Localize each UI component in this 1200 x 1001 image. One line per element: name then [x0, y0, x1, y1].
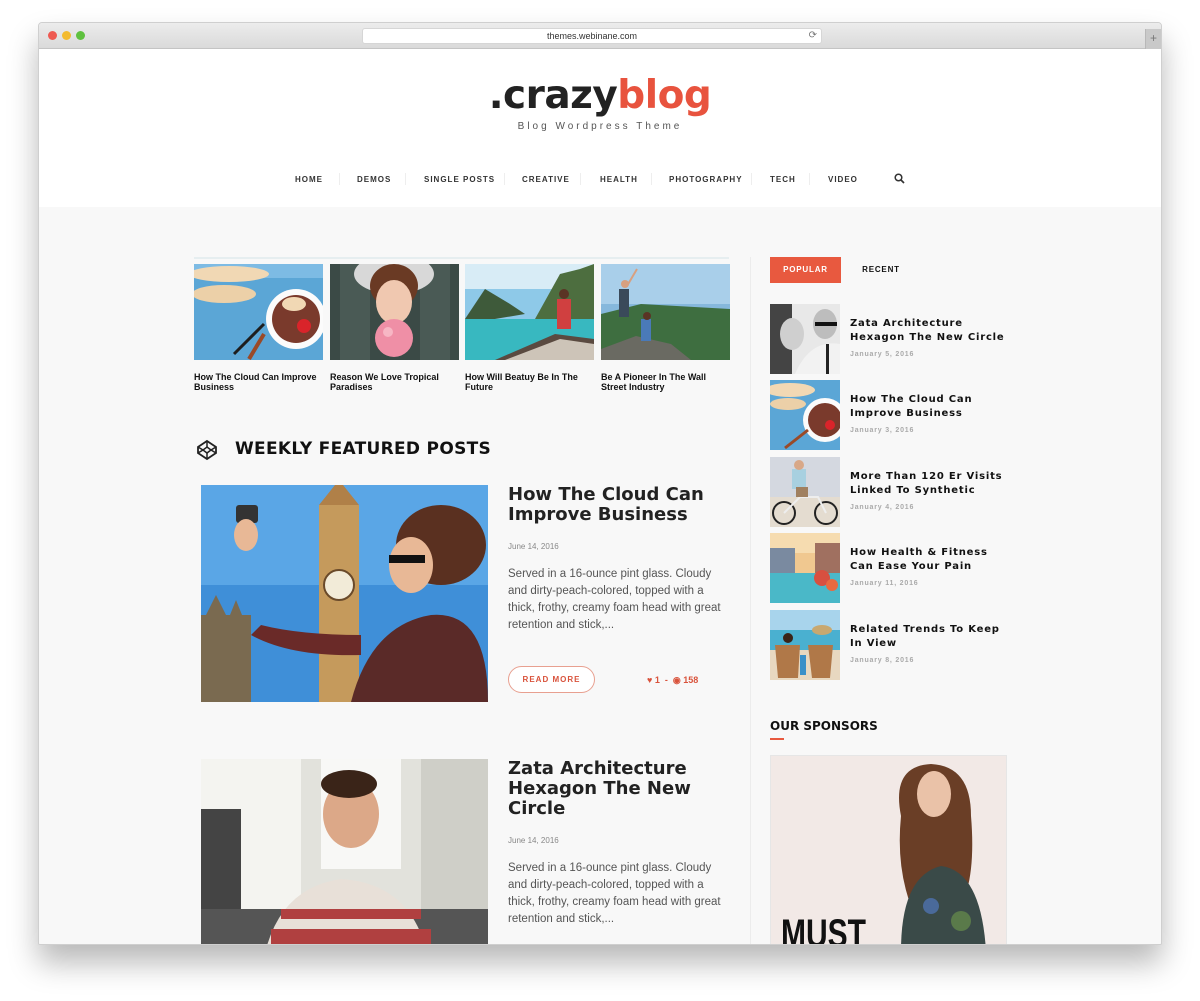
nav-divider [651, 173, 652, 185]
cyclist-image[interactable] [770, 457, 840, 527]
nav-home[interactable]: HOME [295, 175, 323, 184]
maximize-window-button[interactable] [76, 31, 85, 40]
selfie-big-ben-image[interactable] [201, 485, 488, 702]
logo-prefix: .crazy [488, 73, 618, 118]
nav-tech[interactable]: TECH [770, 175, 796, 184]
address-bar[interactable]: themes.webinane.com ⟳ [362, 28, 822, 44]
nav-divider [405, 173, 406, 185]
sidebar-post[interactable]: More Than 120 Er Visits Linked To Synthe… [770, 457, 1010, 527]
top-post-title[interactable]: Reason We Love Tropical Paradises [330, 372, 459, 392]
top-post-card[interactable]: How The Cloud Can Improve Business [189, 264, 326, 392]
nav-photography[interactable]: PHOTOGRAPHY [669, 175, 743, 184]
venice-canal-image[interactable] [770, 533, 840, 603]
featured-post: Zata Architecture Hexagon The New Circle… [201, 759, 741, 945]
sponsor-ad[interactable]: MUST [770, 755, 1007, 945]
post-body: How The Cloud Can Improve Business June … [508, 485, 733, 634]
dessert-image[interactable] [189, 264, 326, 361]
post-excerpt: Served in a 16-ounce pint glass. Cloudy … [508, 862, 721, 925]
hikers-image[interactable] [601, 264, 730, 360]
sidebar-post-title[interactable]: How Health & Fitness Can Ease Your Pain [850, 546, 1015, 574]
nav-divider [504, 173, 505, 185]
nav-health[interactable]: HEALTH [600, 175, 638, 184]
strip-divider [194, 257, 729, 259]
sidebar-post-title[interactable]: How The Cloud Can Improve Business [850, 393, 1015, 421]
post-date: June 14, 2016 [508, 836, 559, 845]
sidebar-post-title[interactable]: Zata Architecture Hexagon The New Circle [850, 317, 1015, 345]
top-post-title[interactable]: How Will Beatuy Be In The Future [465, 372, 594, 392]
post-date: June 14, 2016 [508, 542, 559, 551]
top-post-title[interactable]: Be A Pioneer In The Wall Street Industry [601, 372, 730, 392]
beach-chairs-image[interactable] [770, 610, 840, 680]
likes-count: 1 [654, 675, 660, 685]
read-more-button[interactable]: READ MORE [508, 666, 595, 693]
sponsors-underline [770, 738, 784, 740]
sidebar-post-date: January 4, 2016 [850, 504, 915, 511]
nav-creative[interactable]: CREATIVE [522, 175, 570, 184]
nav-single-posts[interactable]: SINGLE POSTS [424, 175, 495, 184]
post-excerpt: Served in a 16-ounce pint glass. Cloudy … [508, 568, 721, 631]
top-post-card[interactable]: Reason We Love Tropical Paradises [330, 254, 459, 392]
nav-divider [751, 173, 752, 185]
logo-suffix: blog [617, 73, 712, 118]
sidebar-post[interactable]: Zata Architecture Hexagon The New Circle… [770, 304, 1010, 374]
main-nav: HOME DEMOS SINGLE POSTS CREATIVE HEALTH … [39, 173, 1161, 195]
nav-demos[interactable]: DEMOS [357, 175, 391, 184]
close-window-button[interactable] [48, 31, 57, 40]
content-divider [750, 257, 751, 944]
browser-titlebar: themes.webinane.com ⟳ + [39, 23, 1161, 49]
post-stats: ♥ 1 - ◉ 158 [647, 675, 698, 686]
site-logo[interactable]: .crazyblog [39, 73, 1161, 118]
sidebar-post-date: January 5, 2016 [850, 351, 915, 358]
sidebar-post[interactable]: Related Trends To Keep In View January 8… [770, 610, 1010, 680]
dessert-image[interactable] [770, 380, 840, 450]
tab-recent[interactable]: RECENT [841, 257, 921, 283]
sidebar-post-title[interactable]: More Than 120 Er Visits Linked To Synthe… [850, 470, 1015, 498]
post-title[interactable]: Zata Architecture Hexagon The New Circle [508, 759, 733, 819]
sidebar-post-title[interactable]: Related Trends To Keep In View [850, 623, 1015, 651]
heart-icon[interactable]: ♥ [647, 675, 652, 685]
sidebar-post-date: January 11, 2016 [850, 580, 919, 587]
post-body: Zata Architecture Hexagon The New Circle… [508, 759, 733, 928]
top-post-card[interactable]: Be A Pioneer In The Wall Street Industry [601, 264, 730, 392]
views-count: 158 [683, 675, 699, 685]
sidebar-post-date: January 8, 2016 [850, 657, 915, 664]
eye-icon: ◉ [672, 675, 681, 685]
nav-video[interactable]: VIDEO [828, 175, 858, 184]
nav-divider [580, 173, 581, 185]
minimize-window-button[interactable] [62, 31, 71, 40]
post-title[interactable]: How The Cloud Can Improve Business [508, 485, 733, 525]
stats-separator: - [662, 675, 671, 685]
site-tagline: Blog Wordpress Theme [517, 121, 683, 132]
lagoon-image[interactable] [465, 264, 594, 360]
page-content: How The Cloud Can Improve Business Reaso… [39, 207, 1161, 945]
section-title: WEEKLY FEATURED POSTS [235, 439, 492, 459]
reload-icon[interactable]: ⟳ [809, 29, 817, 43]
codepen-icon [197, 439, 217, 461]
tab-popular[interactable]: POPULAR [770, 257, 841, 283]
sponsor-ad-text: MUST [781, 912, 866, 945]
sidebar-post-date: January 3, 2016 [850, 427, 915, 434]
url-text: themes.webinane.com [546, 31, 638, 41]
sidebar-post[interactable]: How The Cloud Can Improve Business Janua… [770, 380, 1010, 450]
search-icon[interactable] [894, 173, 905, 184]
nav-divider [809, 173, 810, 185]
man-in-office-image[interactable] [201, 759, 488, 945]
featured-post: How The Cloud Can Improve Business June … [201, 485, 741, 705]
new-tab-button[interactable]: + [1145, 29, 1161, 49]
woman-bubblegum-image[interactable] [330, 254, 459, 360]
top-post-card[interactable]: How Will Beatuy Be In The Future [465, 264, 594, 392]
browser-window: themes.webinane.com ⟳ + .crazyblog Blog … [38, 22, 1162, 945]
sidebar-post[interactable]: How Health & Fitness Can Ease Your Pain … [770, 533, 1010, 603]
sponsors-title: OUR SPONSORS [770, 719, 878, 733]
top-post-title[interactable]: How The Cloud Can Improve Business [194, 372, 323, 392]
couple-bw-image[interactable] [770, 304, 840, 374]
nav-divider [339, 173, 340, 185]
site-header: .crazyblog Blog Wordpress Theme HOME DEM… [39, 49, 1161, 207]
